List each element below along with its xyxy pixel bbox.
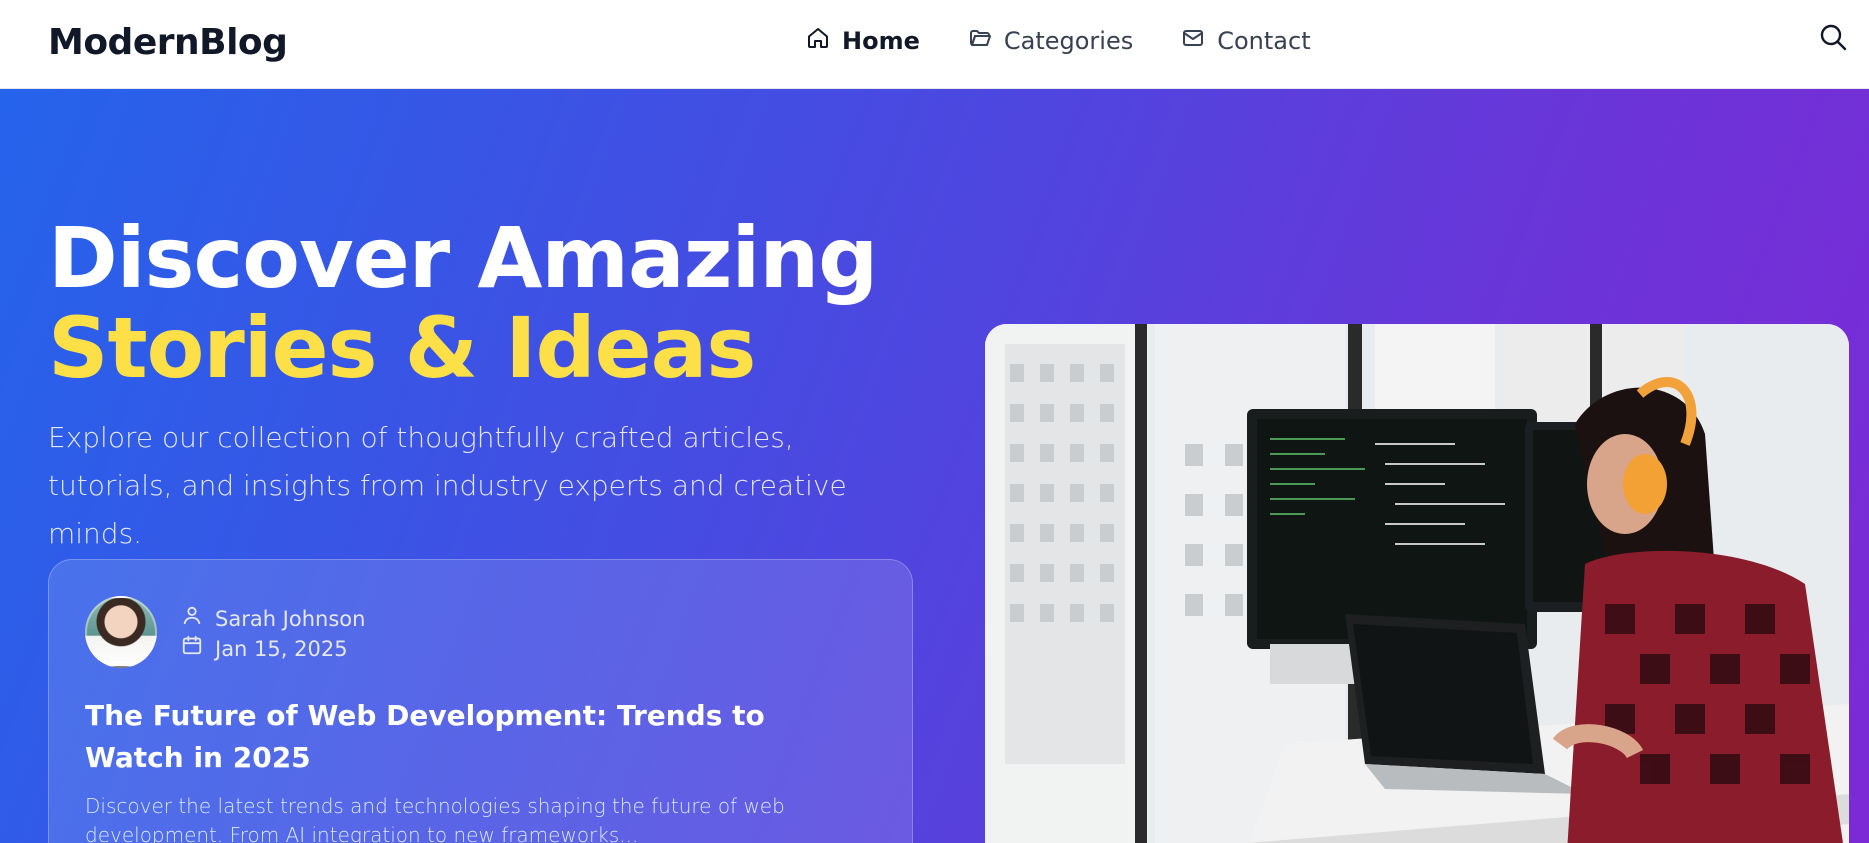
nav-contact-label: Contact xyxy=(1217,27,1311,55)
hero-subtitle: Explore our collection of thoughtfully c… xyxy=(48,421,847,550)
folder-icon xyxy=(968,26,992,56)
nav-home[interactable]: Home xyxy=(806,26,920,56)
developer-workspace-photo xyxy=(985,324,1849,843)
post-meta: Sarah Johnson Jan 15, 2025 xyxy=(181,604,365,664)
post-excerpt: Discover the latest trends and technolog… xyxy=(85,794,785,843)
author-name[interactable]: Sarah Johnson xyxy=(215,604,365,634)
post-date: Jan 15, 2025 xyxy=(215,637,348,661)
site-header: ModernBlog Home Categories Contact xyxy=(0,0,1869,89)
post-title[interactable]: The Future of Web Development: Trends to… xyxy=(85,695,845,779)
nav-home-label: Home xyxy=(842,27,920,55)
hero-title: Discover Amazing Stories & Ideas xyxy=(48,209,878,397)
search-icon xyxy=(1818,24,1848,56)
author-row: Sarah Johnson xyxy=(181,604,365,634)
site-logo[interactable]: ModernBlog xyxy=(48,22,288,63)
hero-title-line1: Discover Amazing xyxy=(48,209,878,307)
nav-contact[interactable]: Contact xyxy=(1181,26,1311,56)
hero-image xyxy=(985,324,1849,843)
nav-categories-label: Categories xyxy=(1003,27,1134,55)
hero-section: Discover Amazing Stories & Ideas Explore… xyxy=(0,89,1869,843)
nav-categories[interactable]: Categories xyxy=(968,26,1133,56)
main-nav: Home Categories Contact xyxy=(806,26,1311,56)
hero-title-line2: Stories & Ideas xyxy=(48,299,756,397)
author-avatar xyxy=(85,596,157,668)
mail-icon xyxy=(1181,26,1205,56)
user-icon xyxy=(181,604,203,634)
home-icon xyxy=(806,26,830,56)
calendar-icon xyxy=(181,634,203,664)
date-row: Jan 15, 2025 xyxy=(181,634,365,664)
search-button[interactable] xyxy=(1818,22,1848,52)
featured-post-card[interactable]: Sarah Johnson Jan 15, 2025 The Future of… xyxy=(48,559,913,843)
